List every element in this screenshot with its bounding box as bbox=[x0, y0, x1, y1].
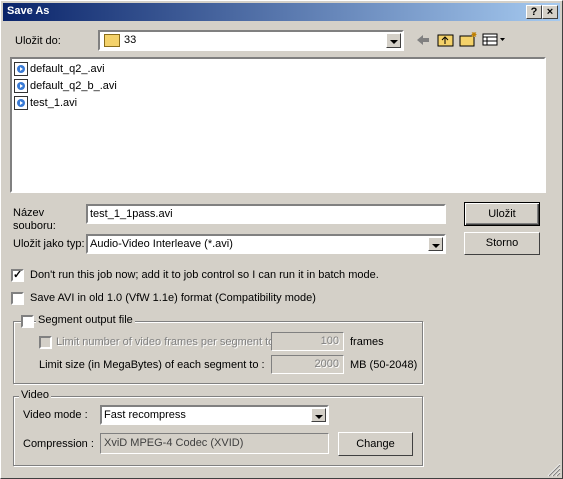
list-item[interactable]: default_q2_.avi bbox=[14, 61, 105, 77]
close-button[interactable]: × bbox=[542, 5, 558, 19]
segment-group bbox=[13, 321, 423, 384]
list-item[interactable]: test_1.avi bbox=[14, 95, 77, 111]
file-name: test_1.avi bbox=[30, 97, 78, 109]
back-arrow-icon[interactable] bbox=[415, 33, 431, 47]
video-mode-value: Fast recompress bbox=[104, 409, 186, 421]
save-as-dialog: Save As ? × Uložit do: 33 default_q2_.av… bbox=[0, 0, 563, 479]
save-old-label: Save AVI in old 1.0 (VfW 1.1e) format (C… bbox=[30, 292, 316, 304]
avi-file-icon bbox=[14, 79, 28, 94]
limit-frames-label: Limit number of video frames per segment… bbox=[56, 336, 275, 348]
new-folder-icon[interactable] bbox=[459, 31, 479, 48]
limit-frames-value: 100 bbox=[320, 335, 339, 347]
limit-size-field[interactable]: 2000 bbox=[271, 355, 344, 374]
view-menu-icon[interactable] bbox=[482, 32, 506, 47]
dont-run-checkbox[interactable]: ✓ bbox=[11, 269, 24, 282]
save-in-dropdown-button[interactable] bbox=[386, 33, 401, 48]
title-bar[interactable]: Save As ? × bbox=[3, 3, 560, 21]
save-in-label: Uložit do: bbox=[15, 35, 61, 47]
frames-unit-label: frames bbox=[350, 336, 384, 348]
compression-value: XviD MPEG-4 Codec (XVID) bbox=[104, 437, 244, 449]
video-group-label: Video bbox=[19, 389, 51, 401]
filetype-dropdown-button[interactable] bbox=[428, 237, 443, 251]
file-name: default_q2_.avi bbox=[30, 63, 105, 75]
file-name: default_q2_b_.avi bbox=[30, 80, 117, 92]
video-mode-dropdown-button[interactable] bbox=[311, 408, 326, 422]
limit-frames-field[interactable]: 100 bbox=[271, 332, 344, 351]
list-item[interactable]: default_q2_b_.avi bbox=[14, 78, 117, 94]
filename-input[interactable]: test_1_1pass.avi bbox=[86, 204, 446, 224]
filename-label-line2: souboru: bbox=[13, 220, 56, 232]
segment-label: Segment output file bbox=[36, 314, 135, 326]
compression-field: XviD MPEG-4 Codec (XVID) bbox=[100, 433, 329, 454]
filename-label-line1: Název bbox=[13, 207, 45, 219]
size-unit-label: MB (50-2048) bbox=[350, 359, 418, 371]
limit-size-label: Limit size (in MegaBytes) of each segmen… bbox=[39, 359, 265, 371]
compression-label: Compression : bbox=[23, 438, 94, 450]
resize-grip-icon[interactable] bbox=[547, 463, 561, 477]
filetype-value: Audio-Video Interleave (*.avi) bbox=[90, 238, 233, 250]
dont-run-label: Don't run this job now; add it to job co… bbox=[30, 269, 379, 281]
filetype-label: Uložit jako typ: bbox=[13, 238, 85, 250]
limit-size-value: 2000 bbox=[314, 358, 339, 370]
file-list[interactable]: default_q2_.avi default_q2_b_.avi test_1… bbox=[10, 57, 546, 193]
segment-checkbox[interactable] bbox=[21, 315, 34, 328]
save-in-combobox[interactable]: 33 bbox=[98, 30, 404, 51]
video-mode-label: Video mode : bbox=[23, 409, 88, 421]
filename-value: test_1_1pass.avi bbox=[90, 208, 173, 220]
window-title: Save As bbox=[7, 5, 50, 17]
filetype-select[interactable]: Audio-Video Interleave (*.avi) bbox=[86, 234, 446, 254]
save-old-checkbox[interactable] bbox=[11, 292, 24, 305]
cancel-button[interactable]: Storno bbox=[464, 232, 540, 255]
avi-file-icon bbox=[14, 62, 28, 77]
avi-file-icon bbox=[14, 96, 28, 111]
help-button[interactable]: ? bbox=[526, 5, 542, 19]
folder-icon bbox=[104, 34, 120, 47]
up-folder-icon[interactable] bbox=[437, 32, 455, 48]
video-mode-select[interactable]: Fast recompress bbox=[100, 405, 329, 425]
save-button[interactable]: Uložit bbox=[464, 202, 540, 226]
save-in-value: 33 bbox=[124, 34, 137, 46]
change-button[interactable]: Change bbox=[338, 432, 413, 456]
limit-frames-checkbox[interactable] bbox=[39, 336, 52, 349]
